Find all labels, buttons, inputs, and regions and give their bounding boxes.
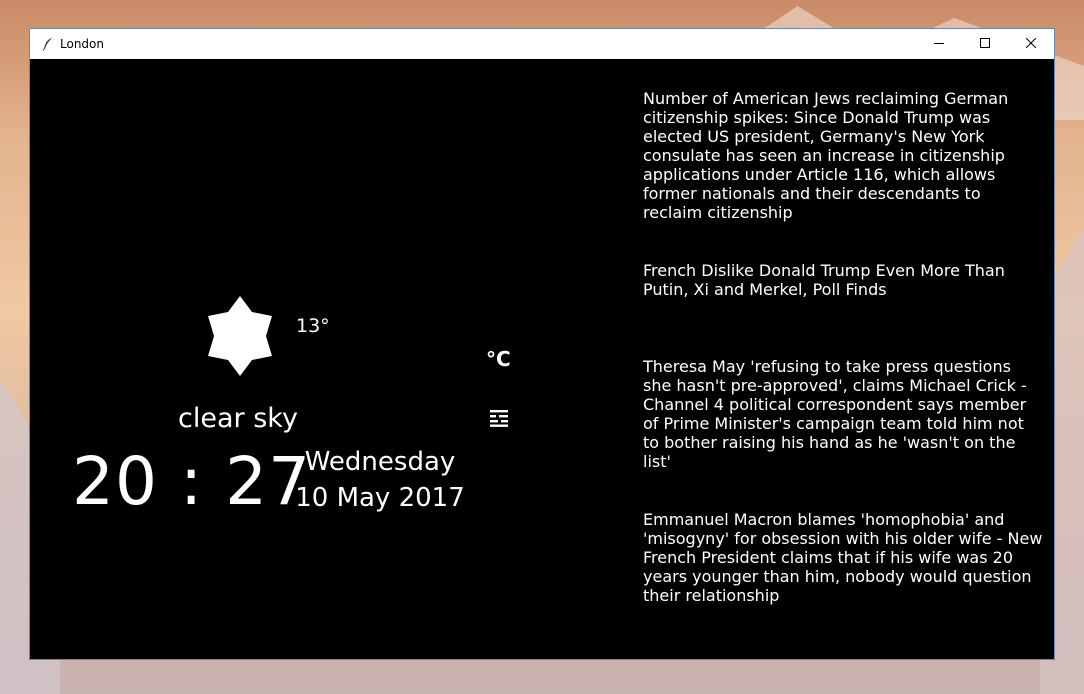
news-headline[interactable]: Emmanuel Macron blames 'homophobia' and … [643, 510, 1043, 605]
minimize-icon [934, 35, 944, 53]
close-button[interactable] [1008, 29, 1054, 59]
app-window: London 13° °C clear sky 20: 27 Wednesda… [29, 28, 1055, 660]
close-icon [1025, 35, 1037, 53]
minimize-button[interactable] [916, 29, 962, 59]
temperature: 13° [296, 315, 330, 337]
temperature-unit-toggle[interactable]: °C [486, 347, 511, 371]
news-headline[interactable]: Theresa May 'refusing to take press ques… [643, 357, 1043, 471]
desktop-background: London 13° °C clear sky 20: 27 Wednesda… [0, 0, 1084, 694]
menu-icon[interactable] [490, 409, 510, 427]
feather-icon [40, 36, 56, 52]
news-headline[interactable]: French Dislike Donald Trump Even More Th… [643, 261, 1043, 299]
news-headline[interactable]: Number of American Jews reclaiming Germa… [643, 89, 1043, 222]
weather-description: clear sky [178, 403, 298, 434]
title-bar[interactable]: London [30, 29, 1054, 59]
window-controls [916, 29, 1054, 59]
mirror-display: 13° °C clear sky 20 : 27 Wednesday 10 Ma… [30, 59, 1054, 659]
maximize-icon [980, 35, 990, 53]
maximize-button[interactable] [962, 29, 1008, 59]
day-of-week: Wednesday [304, 447, 456, 477]
sun-icon [200, 294, 280, 378]
current-date: 10 May 2017 [295, 483, 465, 513]
clock-time: 20 : 27 [72, 443, 312, 520]
window-title: London [60, 37, 104, 51]
